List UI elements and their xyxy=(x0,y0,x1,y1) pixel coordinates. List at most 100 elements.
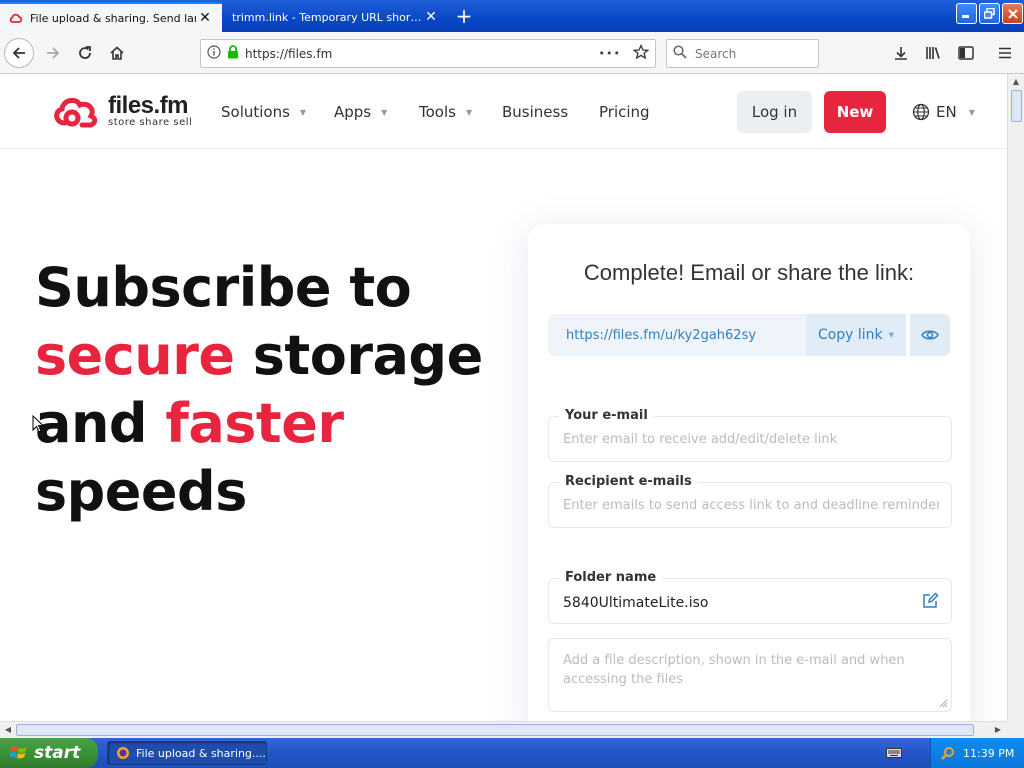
copy-link-button[interactable]: Copy link ▼ xyxy=(806,314,906,356)
windows-taskbar: start File upload & sharing.... 11:39 PM xyxy=(0,738,1024,768)
files-fm-favicon-icon xyxy=(8,10,24,26)
hero-line-4: speeds xyxy=(35,460,247,523)
menu-label: Business xyxy=(502,103,569,121)
language-selector[interactable]: EN ▼ xyxy=(912,103,975,121)
vertical-scrollbar[interactable]: ▲ xyxy=(1007,74,1024,721)
site-header: files.fm store share sell Solutions ▼ App… xyxy=(0,74,1007,149)
search-placeholder: Search xyxy=(695,46,737,61)
share-card: Complete! Email or share the link: https… xyxy=(528,224,970,721)
hero-accent-faster: faster xyxy=(165,392,344,455)
share-card-title: Complete! Email or share the link: xyxy=(583,260,915,285)
window-restore-button[interactable] xyxy=(979,3,1000,24)
menu-apps[interactable]: Apps ▼ xyxy=(334,103,387,121)
resize-handle-icon[interactable] xyxy=(938,698,948,708)
sidebar-icon[interactable] xyxy=(953,40,979,66)
menu-label: Tools xyxy=(419,103,456,121)
lock-icon xyxy=(227,45,239,62)
chevron-down-icon: ▼ xyxy=(888,331,895,339)
folder-name-value: 5840UltimateLite.iso xyxy=(563,595,709,611)
share-link-row: https://files.fm/u/ky2gah62sy Copy link … xyxy=(548,314,950,356)
menu-business[interactable]: Business xyxy=(502,103,568,121)
description-placeholder: Add a file description, shown in the e-m… xyxy=(563,653,905,687)
browser-tab-strip: File upload & sharing. Send large p ✕ tr… xyxy=(0,0,1024,32)
mouse-cursor-icon xyxy=(32,415,44,433)
scroll-right-arrow-icon[interactable]: ▶ xyxy=(990,722,1006,738)
files-fm-logo[interactable]: files.fm store share sell xyxy=(52,93,193,128)
tab-files-fm[interactable]: File upload & sharing. Send large p ✕ xyxy=(0,2,222,32)
menu-tools[interactable]: Tools ▼ xyxy=(419,103,472,121)
logo-tagline: store share sell xyxy=(108,116,193,128)
globe-icon xyxy=(912,103,930,121)
windows-flag-icon xyxy=(10,746,27,759)
keyboard-icon[interactable] xyxy=(886,746,902,760)
taskbar-item-firefox[interactable]: File upload & sharing.... xyxy=(107,741,267,765)
recipients-label: Recipient e-mails xyxy=(559,474,698,489)
page-viewport: files.fm store share sell Solutions ▼ App… xyxy=(0,74,1007,721)
address-bar[interactable]: https://files.fm ••• xyxy=(200,39,656,68)
email-field[interactable]: Your e-mail Enter email to receive add/e… xyxy=(548,408,952,462)
tab-close-icon[interactable]: ✕ xyxy=(196,9,214,27)
url-text: https://files.fm xyxy=(245,46,333,61)
cloud-logo-icon xyxy=(54,97,98,128)
folder-label: Folder name xyxy=(559,570,663,585)
tab-title: File upload & sharing. Send large p xyxy=(30,11,196,25)
new-button[interactable]: New xyxy=(824,91,886,133)
page-actions-menu-icon[interactable]: ••• xyxy=(599,47,621,60)
info-icon[interactable] xyxy=(207,45,221,62)
hero-line-3: and faster xyxy=(35,390,495,458)
chevron-down-icon: ▼ xyxy=(381,107,388,117)
menu-pricing[interactable]: Pricing xyxy=(599,103,650,121)
clock[interactable]: 11:39 PM xyxy=(963,747,1014,760)
hero-text: storage xyxy=(234,324,483,387)
menu-label: Solutions xyxy=(221,103,290,121)
search-icon[interactable] xyxy=(941,746,955,760)
chevron-down-icon: ▼ xyxy=(299,107,307,117)
eye-icon xyxy=(921,330,939,340)
reload-icon[interactable] xyxy=(70,38,100,68)
horizontal-scrollbar[interactable]: ◀ ▶ xyxy=(0,721,1007,738)
downloads-icon[interactable] xyxy=(888,40,914,66)
tab-close-icon[interactable]: ✕ xyxy=(422,8,440,26)
search-icon xyxy=(673,45,687,62)
back-button[interactable] xyxy=(4,38,34,68)
forward-button[interactable] xyxy=(38,38,68,68)
home-icon[interactable] xyxy=(102,38,132,68)
hero-line-2: secure storage xyxy=(35,322,495,390)
scroll-up-arrow-icon[interactable]: ▲ xyxy=(1008,74,1024,90)
folder-name-field[interactable]: Folder name 5840UltimateLite.iso xyxy=(548,570,952,624)
library-icon[interactable] xyxy=(921,40,947,66)
hero-heading: Subscribe to secure storage and faster s… xyxy=(35,254,495,526)
tab-trimm-link[interactable]: trimm.link - Temporary URL shortener ✕ xyxy=(224,2,448,32)
menu-solutions[interactable]: Solutions ▼ xyxy=(221,103,306,121)
preview-eye-button[interactable] xyxy=(910,314,950,356)
horizontal-scroll-thumb[interactable] xyxy=(16,724,974,736)
window-minimize-button[interactable] xyxy=(956,3,977,24)
window-close-button[interactable] xyxy=(1002,3,1023,24)
hamburger-menu-icon[interactable] xyxy=(992,40,1018,66)
file-description-field[interactable]: Add a file description, shown in the e-m… xyxy=(548,638,952,712)
language-label: EN xyxy=(936,103,957,121)
bookmark-star-icon[interactable] xyxy=(632,43,650,63)
hero-accent-secure: secure xyxy=(35,324,235,387)
task-label: File upload & sharing.... xyxy=(136,746,266,760)
vertical-scroll-thumb[interactable] xyxy=(1011,90,1022,122)
firefox-icon xyxy=(117,747,129,759)
scroll-left-arrow-icon[interactable]: ◀ xyxy=(0,722,16,738)
tab-title: trimm.link - Temporary URL shortener xyxy=(232,10,422,24)
recipient-emails-field[interactable]: Recipient e-mails Enter emails to send a… xyxy=(548,474,952,528)
edit-icon[interactable] xyxy=(921,592,939,610)
screen: File upload & sharing. Send large p ✕ tr… xyxy=(0,0,1024,768)
email-label: Your e-mail xyxy=(559,408,654,423)
login-button[interactable]: Log in xyxy=(737,91,812,133)
browser-toolbar: https://files.fm ••• Search xyxy=(0,32,1024,74)
share-link-field[interactable]: https://files.fm/u/ky2gah62sy xyxy=(548,314,806,356)
start-button[interactable]: start xyxy=(0,738,98,768)
copy-link-label: Copy link xyxy=(817,327,883,343)
hero-line-1: Subscribe to xyxy=(35,256,412,319)
email-placeholder: Enter email to receive add/edit/delete l… xyxy=(563,432,838,447)
new-tab-button[interactable]: + xyxy=(452,6,476,28)
menu-label: Apps xyxy=(334,103,372,121)
search-input[interactable]: Search xyxy=(666,39,819,68)
scrollbar-corner xyxy=(1007,721,1024,738)
system-tray: 11:39 PM xyxy=(930,738,1024,768)
